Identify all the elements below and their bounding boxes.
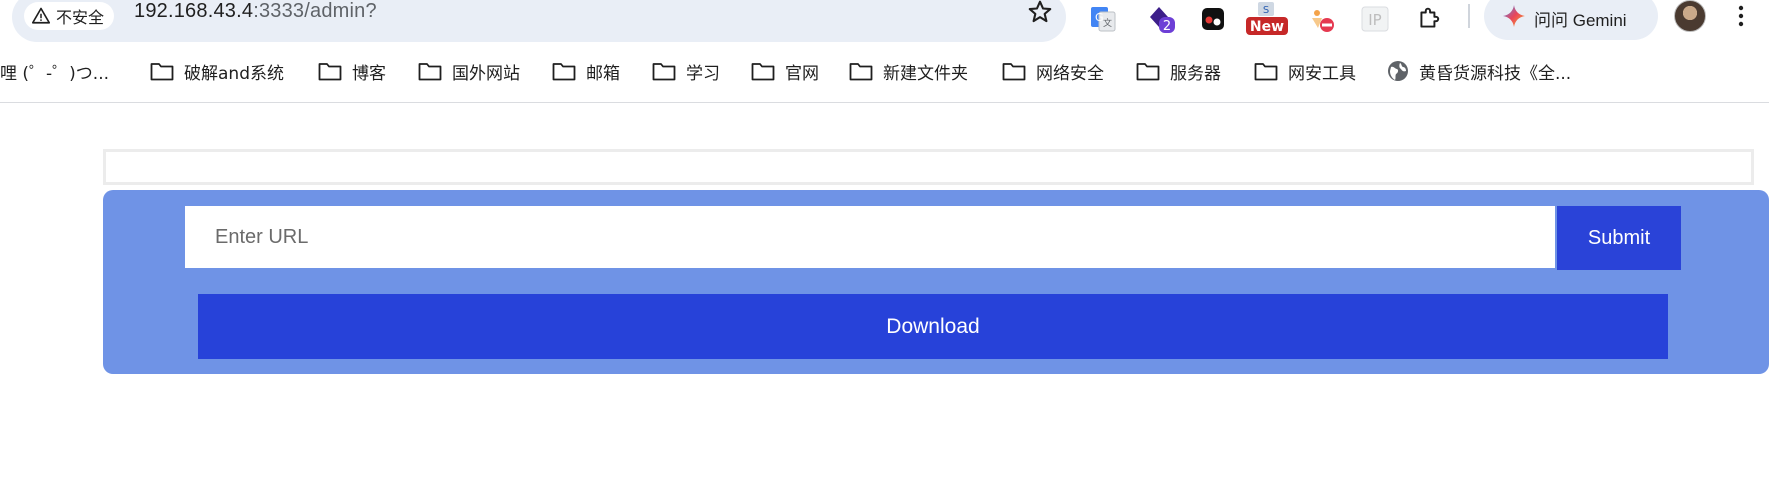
site-info-chip[interactable]: 不安全 [24,2,115,30]
globe-icon [1388,61,1408,81]
bookmark-star-icon[interactable] [1026,0,1054,26]
address-bar[interactable]: 不安全 192.168.43.4:3333/admin? [12,0,1066,42]
warning-icon [32,7,50,24]
bookmark-label: 国外网站 [452,63,520,84]
new-badge-extension[interactable]: S New [1246,2,1288,36]
bookmark-label: 网络安全 [1036,63,1104,84]
svg-text:文: 文 [1103,17,1112,29]
bookmark-label: 官网 [785,63,819,84]
translate-icon: G 文 [1091,7,1116,32]
toolbar-divider [1468,4,1470,28]
bookmark-folder[interactable]: 服务器 [1136,56,1221,86]
ip-icon: IP [1361,6,1389,32]
url-form-panel: Submit Download [103,190,1769,374]
bookmark-folder[interactable]: 博客 [318,56,386,86]
block-extension[interactable] [1304,2,1338,36]
folder-icon [1136,63,1160,81]
folder-icon [751,63,775,81]
folder-icon [318,63,342,81]
folder-icon [652,63,676,81]
folder-icon [552,63,576,81]
bookmark-label: 邮箱 [586,63,620,84]
bookmark-label: 哩 (゜-゜)つ... [0,63,110,84]
ip-extension[interactable]: IP [1358,2,1392,36]
svg-text:S: S [1263,5,1269,16]
folder-icon [1002,63,1026,81]
svg-text:New: New [1250,19,1284,35]
bookmarks-bar: 哩 (゜-゜)つ... 破解and系统 博客 国外网站 邮箱 学习 官网 新建文… [0,42,1769,103]
bookmark-folder[interactable]: 官网 [751,56,819,86]
svg-text:IP: IP [1368,11,1381,29]
bookmark-folder[interactable]: 破解and系统 [150,56,284,86]
google-translate-extension[interactable]: G 文 [1086,2,1120,36]
svg-text:2: 2 [1163,19,1171,34]
security-label: 不安全 [56,8,105,27]
profile-avatar[interactable] [1674,0,1706,32]
bookmark-label: 服务器 [1170,63,1221,84]
gemini-sparkle-icon [1503,5,1525,27]
download-button[interactable]: Download [198,294,1668,359]
browser-toolbar: 不安全 192.168.43.4:3333/admin? G 文 2 S New… [0,0,1769,42]
bookmark-item[interactable]: 黄昏货源科技《全... [1387,56,1571,86]
bookmark-label: 网安工具 [1288,63,1356,84]
bookmark-folder[interactable]: 国外网站 [418,56,520,86]
bookmark-label: 破解and系统 [184,63,284,84]
url-input[interactable] [185,206,1555,268]
folder-icon [150,63,174,81]
more-menu-icon[interactable] [1731,4,1751,28]
bookmark-folder[interactable]: 新建文件夹 [849,56,968,86]
folder-icon [849,63,873,81]
url-path: :3333/admin? [253,0,377,22]
bookmark-folder[interactable]: 网络安全 [1002,56,1104,86]
bookmark-label: 新建文件夹 [883,63,968,84]
bookmark-folder[interactable]: 邮箱 [552,56,620,86]
blocked-icon [1312,10,1334,32]
folder-icon [1254,63,1278,81]
purple-extension[interactable]: 2 [1144,2,1178,36]
bookmark-folder[interactable]: 学习 [652,56,720,86]
url-host: 192.168.43.4 [134,0,254,22]
bookmark-item[interactable]: 哩 (゜-゜)つ... [0,56,109,86]
gemini-label: 问问 Gemini [1534,11,1627,30]
diamond-icon: 2 [1150,7,1175,34]
new-badge-icon: S New [1246,2,1288,35]
bookmark-folder[interactable]: 网安工具 [1254,56,1356,86]
bookmark-label: 学习 [686,63,720,84]
bookmark-label: 黄昏货源科技《全... [1419,63,1572,84]
extensions-button[interactable] [1412,2,1446,36]
dice-extension[interactable] [1196,2,1230,36]
gemini-button[interactable]: 问问 Gemini [1484,0,1658,40]
folder-icon [418,63,442,81]
bookmark-label: 博客 [352,63,386,84]
puzzle-icon [1420,7,1440,28]
submit-button[interactable]: Submit [1557,206,1681,270]
url-text[interactable]: 192.168.43.4:3333/admin? [134,0,377,23]
dice-icon [1202,8,1224,30]
empty-bar [103,149,1754,185]
